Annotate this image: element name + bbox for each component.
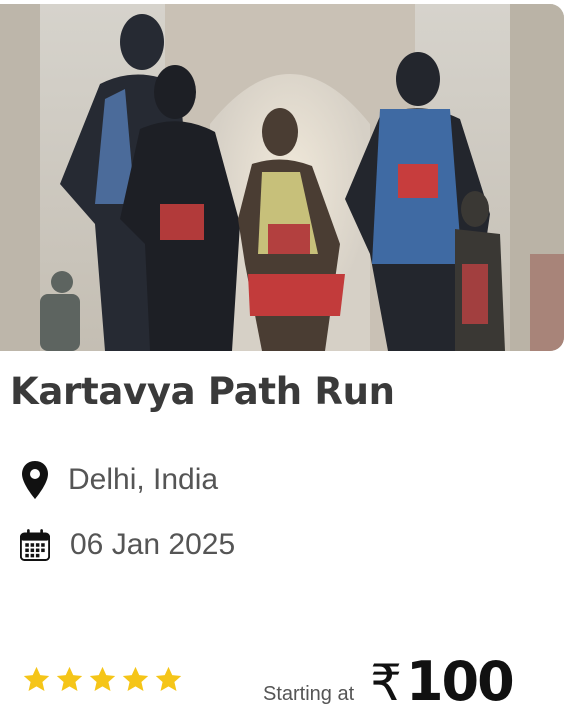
runners-photo — [0, 4, 564, 351]
event-date-text: 06 Jan 2025 — [70, 528, 236, 561]
calendar-icon — [20, 525, 50, 565]
star-rating[interactable] — [22, 665, 183, 694]
event-title[interactable]: Kartavya Path Run — [10, 370, 395, 413]
star-icon[interactable] — [22, 665, 51, 694]
price-info: Starting at ₹ 100 — [263, 650, 515, 713]
event-location: Delhi, India — [20, 460, 218, 500]
star-icon[interactable] — [88, 665, 117, 694]
star-icon[interactable] — [121, 665, 150, 694]
star-icon[interactable] — [154, 665, 183, 694]
event-location-text: Delhi, India — [68, 463, 219, 496]
event-card[interactable]: Kartavya Path Run Delhi, India 06 Jan 20… — [0, 0, 564, 728]
event-image[interactable] — [0, 4, 564, 351]
price-label: Starting at — [263, 683, 355, 705]
price-amount: 100 — [405, 650, 515, 713]
event-date: 06 Jan 2025 — [20, 525, 235, 565]
rupee-icon: ₹ — [370, 654, 402, 712]
map-pin-icon — [20, 460, 50, 500]
star-icon[interactable] — [55, 665, 84, 694]
